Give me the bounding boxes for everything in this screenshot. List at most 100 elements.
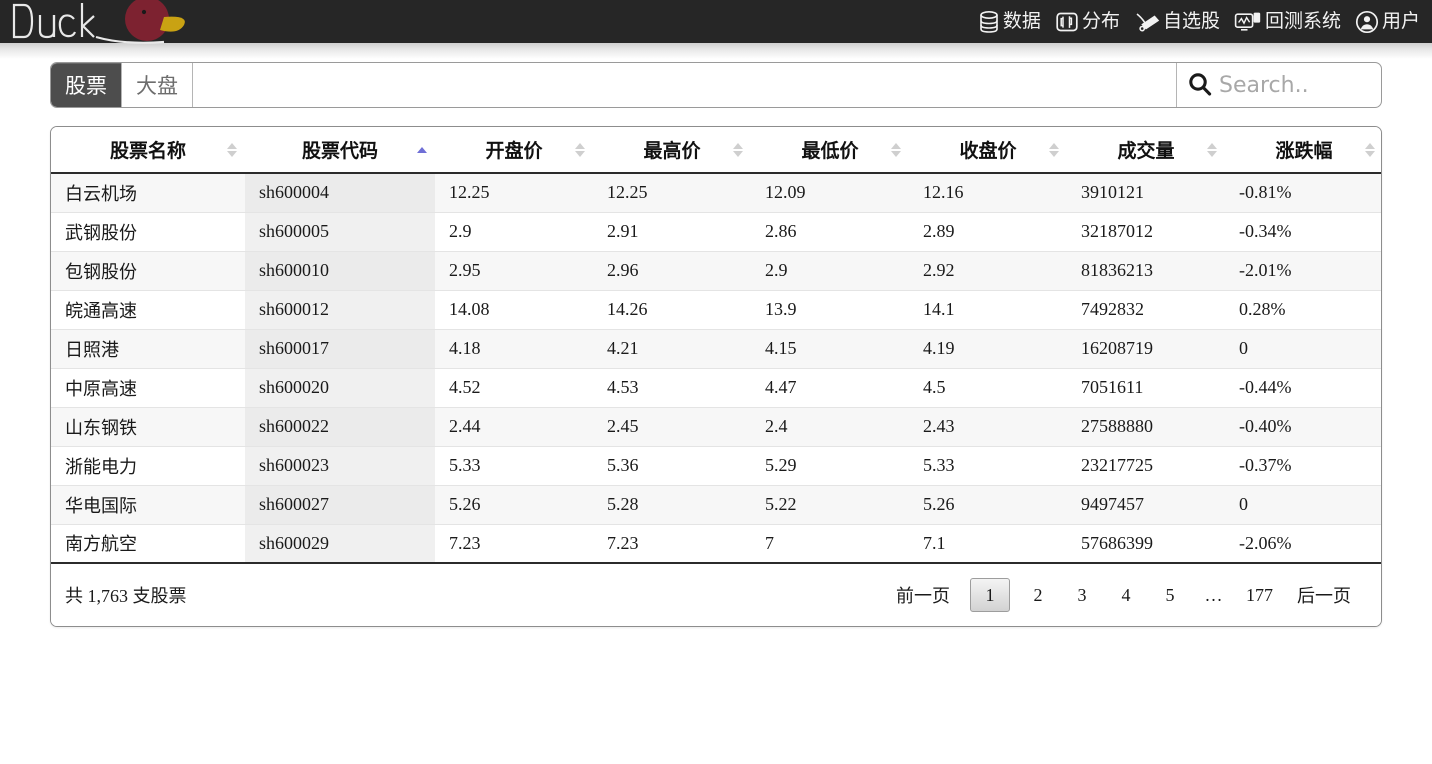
sort-toggle-high[interactable]	[733, 142, 743, 157]
sort-toggle-code[interactable]	[417, 146, 427, 153]
sort-toggle-open[interactable]	[575, 142, 585, 157]
cell-close-price: 12.16	[909, 173, 1067, 213]
magnifier-icon[interactable]	[1185, 70, 1215, 100]
watchlist-icon	[1134, 10, 1160, 34]
cell-open-price: 2.95	[435, 251, 593, 291]
search-input-group	[1176, 63, 1381, 107]
column-header-name-label: 股票名称	[109, 141, 186, 162]
pagination-page-2[interactable]: 2	[1016, 578, 1060, 612]
table-row[interactable]: 包钢股份 sh600010 2.95 2.96 2.9 2.92 81836213 -2.01…	[51, 251, 1381, 291]
cell-change-pct: 0.28%	[1225, 290, 1381, 330]
cell-low-price: 2.86	[751, 212, 909, 252]
nav-item-user-label: 用户	[1381, 10, 1420, 32]
cell-open-price: 2.9	[435, 212, 593, 252]
total-count-label: 共 1,763 支股票	[65, 586, 187, 606]
sort-toggle-volume[interactable]	[1207, 142, 1217, 157]
sort-toggle-name[interactable]	[227, 142, 237, 157]
user-icon	[1355, 10, 1379, 34]
cell-high-price: 2.96	[593, 251, 751, 291]
cell-low-price: 4.47	[751, 368, 909, 408]
cell-close-price: 2.92	[909, 251, 1067, 291]
cell-stock-code: sh600020	[245, 368, 435, 408]
cell-stock-code: sh600027	[245, 485, 435, 525]
table-row[interactable]: 浙能电力 sh600023 5.33 5.36 5.29 5.33 23217725 -0.3…	[51, 446, 1381, 486]
cell-stock-name: 白云机场	[51, 173, 245, 213]
column-header-name[interactable]: 股票名称	[51, 127, 245, 174]
header-gradient-divider	[0, 43, 1432, 59]
table-row[interactable]: 华电国际 sh600027 5.26 5.28 5.22 5.26 9497457 0	[51, 485, 1381, 525]
cell-stock-code: sh600010	[245, 251, 435, 291]
cell-open-price: 4.18	[435, 329, 593, 369]
table-row[interactable]: 皖通高速 sh600012 14.08 14.26 13.9 14.1 7492832 0.2…	[51, 290, 1381, 330]
cell-stock-code: sh600023	[245, 446, 435, 486]
table-row[interactable]: 南方航空 sh600029 7.23 7.23 7 7.1 57686399 -2.06%	[51, 524, 1381, 564]
cell-stock-code: sh600012	[245, 290, 435, 330]
cell-low-price: 13.9	[751, 290, 909, 330]
duck-logo-icon	[12, 0, 185, 44]
cell-high-price: 12.25	[593, 173, 751, 213]
pagination-ellipsis: …	[1204, 584, 1224, 605]
pagination-prev[interactable]: 前一页	[882, 578, 964, 612]
pagination-page-4[interactable]: 4	[1104, 578, 1148, 612]
cell-close-price: 7.1	[909, 524, 1067, 564]
column-header-low[interactable]: 最低价	[751, 127, 909, 174]
cell-volume: 16208719	[1067, 329, 1225, 369]
cell-stock-name: 皖通高速	[51, 290, 245, 330]
pagination-page-3[interactable]: 3	[1060, 578, 1104, 612]
column-header-change[interactable]: 涨跌幅	[1225, 127, 1381, 174]
column-header-code[interactable]: 股票代码	[245, 127, 435, 174]
pagination-page-1[interactable]: 1	[970, 578, 1010, 612]
cell-change-pct: 0	[1225, 485, 1381, 525]
cell-volume: 81836213	[1067, 251, 1225, 291]
sort-toggle-low[interactable]	[891, 142, 901, 157]
tab-market-index[interactable]: 大盘	[122, 63, 193, 107]
search-input[interactable]	[1217, 71, 1377, 99]
column-header-high[interactable]: 最高价	[593, 127, 751, 174]
cell-stock-name: 日照港	[51, 329, 245, 369]
pagination-page-5[interactable]: 5	[1148, 578, 1192, 612]
nav-item-data-label: 数据	[1002, 10, 1041, 32]
cell-high-price: 7.23	[593, 524, 751, 564]
brand-logo[interactable]	[0, 0, 190, 44]
cell-volume: 57686399	[1067, 524, 1225, 564]
tab-stocks[interactable]: 股票	[51, 63, 122, 107]
pagination: 前一页 1 2 3 4 5 … 177 后一页	[882, 578, 1365, 612]
pagination-page-177[interactable]: 177	[1236, 578, 1283, 612]
column-header-close-label: 收盘价	[959, 141, 1017, 162]
cell-low-price: 2.9	[751, 251, 909, 291]
table-row[interactable]: 日照港 sh600017 4.18 4.21 4.15 4.19 16208719 0	[51, 329, 1381, 369]
nav-item-backtest[interactable]: 回测系统	[1234, 10, 1341, 34]
nav-item-watchlist[interactable]: 自选股	[1134, 10, 1220, 34]
cell-stock-name: 山东钢铁	[51, 407, 245, 447]
cell-open-price: 12.25	[435, 173, 593, 213]
cell-low-price: 12.09	[751, 173, 909, 213]
top-navigation-bar: 数据 分布 自选股 回测系统 用户	[0, 0, 1432, 44]
table-row[interactable]: 中原高速 sh600020 4.52 4.53 4.47 4.5 7051611 -0.44%	[51, 368, 1381, 408]
cell-volume: 27588880	[1067, 407, 1225, 447]
nav-item-data[interactable]: 数据	[978, 10, 1041, 34]
cell-close-price: 5.26	[909, 485, 1067, 525]
query-input[interactable]	[193, 63, 1176, 107]
cell-stock-name: 包钢股份	[51, 251, 245, 291]
column-header-close[interactable]: 收盘价	[909, 127, 1067, 174]
cell-volume: 23217725	[1067, 446, 1225, 486]
sort-toggle-close[interactable]	[1049, 142, 1059, 157]
cell-close-price: 14.1	[909, 290, 1067, 330]
cell-low-price: 5.22	[751, 485, 909, 525]
sort-toggle-change[interactable]	[1365, 142, 1375, 157]
duck-beak-shape	[160, 16, 185, 32]
pagination-next[interactable]: 后一页	[1283, 578, 1365, 612]
nav-item-user[interactable]: 用户	[1355, 10, 1420, 34]
nav-item-watchlist-label: 自选股	[1162, 10, 1220, 32]
column-header-volume[interactable]: 成交量	[1067, 127, 1225, 174]
cell-high-price: 14.26	[593, 290, 751, 330]
cell-open-price: 4.52	[435, 368, 593, 408]
duck-eye-shape	[141, 9, 147, 15]
cell-stock-code: sh600005	[245, 212, 435, 252]
cell-high-price: 2.91	[593, 212, 751, 252]
table-row[interactable]: 白云机场 sh600004 12.25 12.25 12.09 12.16 3910121-…	[51, 173, 1381, 213]
nav-item-distribution[interactable]: 分布	[1055, 10, 1120, 34]
table-row[interactable]: 武钢股份 sh600005 2.9 2.91 2.86 2.89 32187012 -0.34…	[51, 212, 1381, 252]
table-row[interactable]: 山东钢铁 sh600022 2.44 2.45 2.4 2.43 27588880 -0.40…	[51, 407, 1381, 447]
column-header-open[interactable]: 开盘价	[435, 127, 593, 174]
